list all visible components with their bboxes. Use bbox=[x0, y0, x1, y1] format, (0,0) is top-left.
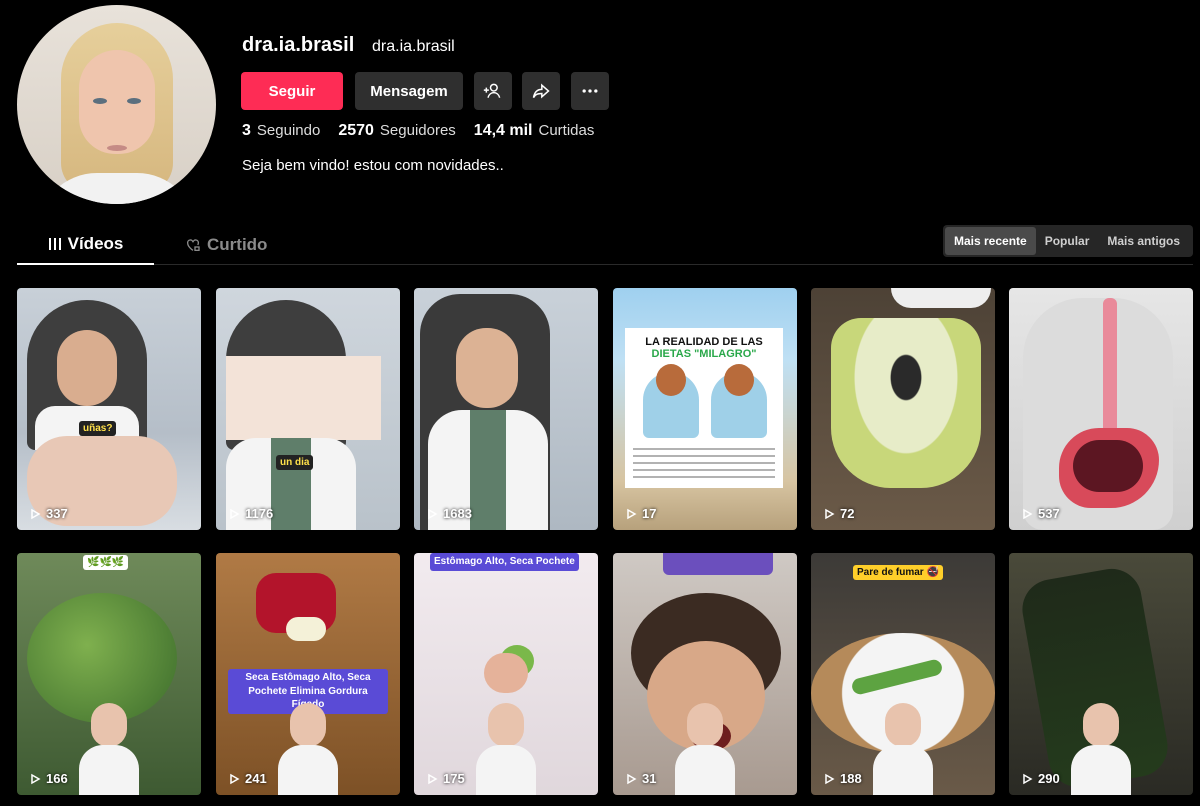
play-icon bbox=[230, 508, 240, 519]
grid-lines-icon bbox=[48, 238, 61, 250]
heart-lock-icon bbox=[187, 239, 200, 251]
view-count: 241 bbox=[228, 771, 267, 786]
play-icon bbox=[627, 773, 637, 784]
view-count: 72 bbox=[823, 506, 854, 521]
video-card[interactable]: 290 bbox=[1009, 553, 1193, 795]
play-icon bbox=[428, 508, 438, 519]
sort-popular[interactable]: Popular bbox=[1036, 227, 1099, 255]
video-card[interactable]: 31 bbox=[613, 553, 797, 795]
view-count: 166 bbox=[29, 771, 68, 786]
profile-page: dra.ia.brasil dra.ia.brasil Seguir Mensa… bbox=[0, 0, 1200, 806]
avatar-presenter bbox=[873, 699, 933, 795]
profile-stats: 3 Seguindo 2570 Seguidores 14,4 mil Curtida… bbox=[242, 122, 594, 140]
play-icon bbox=[627, 508, 637, 519]
play-icon bbox=[1023, 508, 1033, 519]
avatar-presenter bbox=[278, 699, 338, 795]
view-count: 290 bbox=[1021, 771, 1060, 786]
video-card[interactable]: un dia 1176 bbox=[216, 288, 400, 530]
tab-liked-label: Curtido bbox=[207, 235, 268, 254]
video-caption: Estômago Alto, Seca Pochete bbox=[430, 553, 579, 571]
play-icon bbox=[825, 508, 835, 519]
stat-followers[interactable]: 2570 Seguidores bbox=[338, 122, 455, 140]
play-icon bbox=[230, 773, 240, 784]
play-icon bbox=[428, 773, 438, 784]
play-icon bbox=[31, 508, 41, 519]
view-count: 337 bbox=[29, 506, 68, 521]
share-icon bbox=[532, 83, 550, 99]
video-caption: uñas? bbox=[79, 421, 117, 436]
sort-recent[interactable]: Mais recente bbox=[945, 227, 1036, 255]
avatar-presenter bbox=[675, 699, 735, 795]
profile-username: dra.ia.brasil bbox=[242, 34, 355, 56]
poster-title: LA REALIDAD DE LAS bbox=[645, 336, 763, 348]
video-card[interactable]: uñas? 337 bbox=[17, 288, 201, 530]
view-count: 537 bbox=[1021, 506, 1060, 521]
view-count: 17 bbox=[625, 506, 656, 521]
video-caption: un dia bbox=[276, 455, 314, 470]
avatar-presenter bbox=[476, 699, 536, 795]
video-caption: Pare de fumar 🚭 bbox=[853, 565, 943, 580]
stat-following[interactable]: 3 Seguindo bbox=[242, 122, 320, 140]
tab-liked[interactable]: Curtido bbox=[185, 225, 267, 265]
video-card[interactable]: 72 bbox=[811, 288, 995, 530]
avatar-presenter bbox=[79, 699, 139, 795]
more-dots-icon bbox=[582, 89, 598, 93]
view-count: 175 bbox=[426, 771, 465, 786]
video-card[interactable]: 537 bbox=[1009, 288, 1193, 530]
profile-avatar[interactable] bbox=[17, 5, 216, 204]
stat-likes: 14,4 mil Curtidas bbox=[473, 122, 595, 139]
play-icon bbox=[31, 773, 41, 784]
profile-handle: dra.ia.brasil bbox=[372, 38, 455, 55]
sort-oldest[interactable]: Mais antigos bbox=[1098, 227, 1189, 255]
tab-videos-label: Vídeos bbox=[67, 234, 124, 253]
profile-bio: Seja bem vindo! estou com novidades.. bbox=[242, 157, 504, 174]
view-count: 1683 bbox=[426, 506, 472, 521]
video-card[interactable]: Pare de fumar 🚭 188 bbox=[811, 553, 995, 795]
suggest-account-button[interactable] bbox=[474, 72, 512, 110]
play-icon bbox=[1023, 773, 1033, 784]
play-icon bbox=[825, 773, 835, 784]
add-user-icon bbox=[483, 83, 501, 98]
tab-videos[interactable]: Vídeos bbox=[17, 225, 154, 265]
poster-subtitle: DIETAS "MILAGRO" bbox=[651, 348, 757, 360]
video-card[interactable]: Seca Estômago Alto, Seca Pochete Elimina… bbox=[216, 553, 400, 795]
more-options-button[interactable] bbox=[571, 72, 609, 110]
video-card[interactable]: 🌿🌿🌿 166 bbox=[17, 553, 201, 795]
video-card[interactable]: Estômago Alto, Seca Pochete 175 bbox=[414, 553, 598, 795]
video-card[interactable]: 1683 bbox=[414, 288, 598, 530]
follow-button[interactable]: Seguir bbox=[241, 72, 343, 110]
avatar-presenter bbox=[1071, 699, 1131, 795]
view-count: 31 bbox=[625, 771, 656, 786]
video-caption: 🌿🌿🌿 bbox=[83, 555, 129, 570]
sort-segmented-control: Mais recente Popular Mais antigos bbox=[943, 225, 1193, 257]
view-count: 188 bbox=[823, 771, 862, 786]
message-button[interactable]: Mensagem bbox=[355, 72, 463, 110]
view-count: 1176 bbox=[228, 506, 273, 521]
video-card[interactable]: LA REALIDAD DE LAS DIETAS "MILAGRO" 17 bbox=[613, 288, 797, 530]
share-button[interactable] bbox=[522, 72, 560, 110]
infographic-poster: LA REALIDAD DE LAS DIETAS "MILAGRO" bbox=[625, 328, 783, 488]
